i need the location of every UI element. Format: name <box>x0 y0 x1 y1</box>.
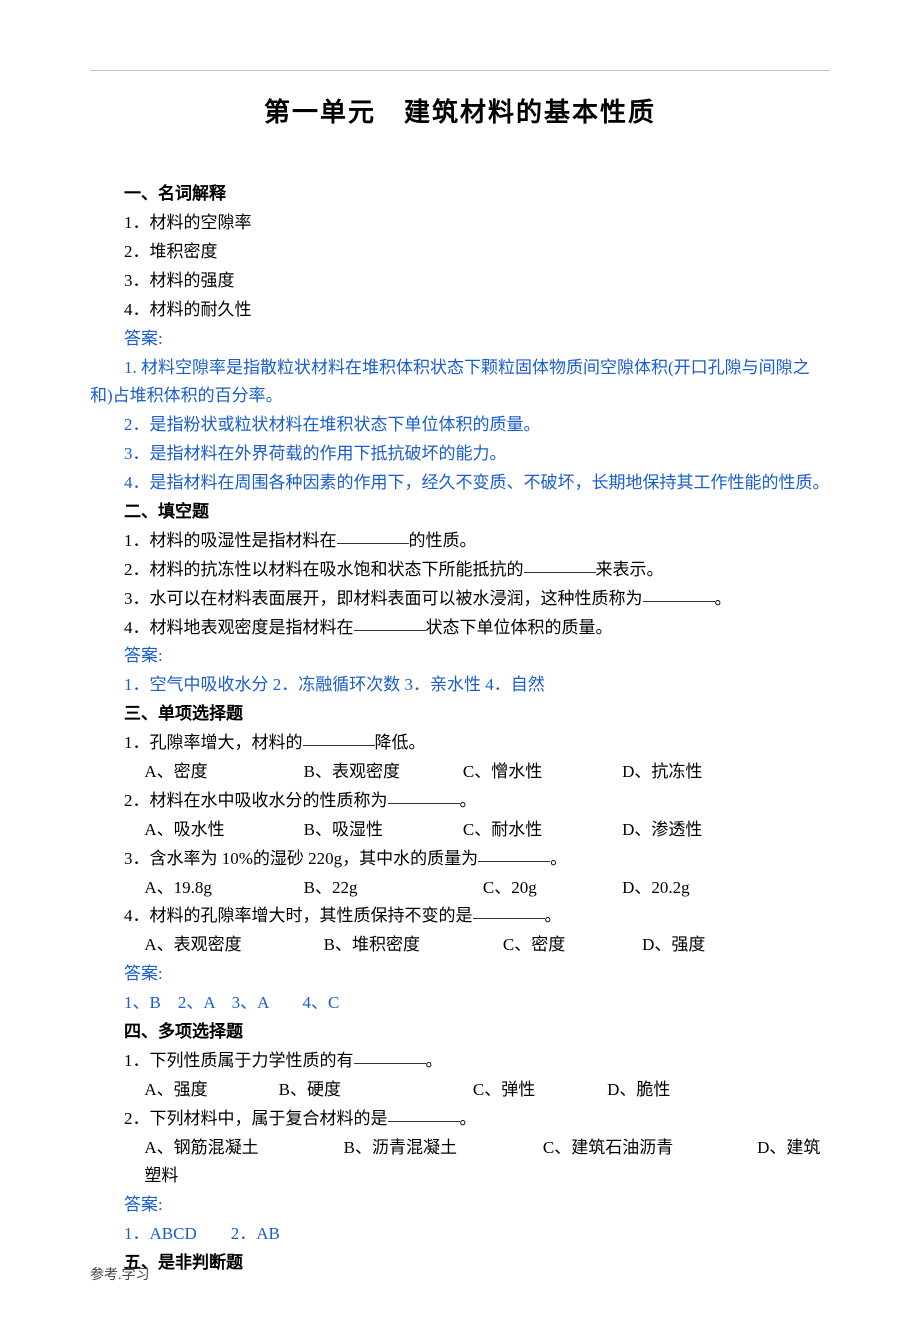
opt-a: A、强度 <box>144 1076 274 1105</box>
s1-answer-2: 2．是指粉状或粒状材料在堆积状态下单位体积的质量。 <box>90 411 830 440</box>
s1-item-4: 4．材料的耐久性 <box>90 296 830 325</box>
s1-answer-4: 4．是指材料在周围各种因素的作用下，经久不变质、不破坏，长期地保持其工作性能的性… <box>90 469 830 498</box>
s3-q1-text: 1．孔隙率增大，材料的 <box>124 733 303 752</box>
unit-title: 第一单元 建筑材料的基本性质 <box>90 91 830 135</box>
s3-q2: 2．材料在水中吸收水分的性质称为 。 <box>90 787 830 816</box>
blank <box>354 613 426 631</box>
blank <box>473 901 545 919</box>
section-3-heading: 三、单项选择题 <box>90 700 830 729</box>
opt-d: D、脆性 <box>607 1076 725 1105</box>
s4-q1: 1．下列性质属于力学性质的有 。 <box>90 1047 830 1076</box>
s2-answer-label: 答案: <box>90 642 830 671</box>
page: 第一单元 建筑材料的基本性质 一、名词解释 1．材料的空隙率 2．堆积密度 3．… <box>0 0 920 1328</box>
s1-answer-1: 1. 材料空隙率是指散粒状材料在堆积体积状态下颗粒固体物质间空隙体积(开口孔隙与… <box>90 354 830 412</box>
section-4-heading: 四、多项选择题 <box>90 1018 830 1047</box>
opt-c: C、弹性 <box>473 1076 603 1105</box>
s1-answer-3: 3．是指材料在外界荷载的作用下抵抗破坏的能力。 <box>90 440 830 469</box>
opt-b: B、硬度 <box>279 1076 469 1105</box>
s2-q4a: 4．材料地表观密度是指材料在 <box>124 618 354 637</box>
blank <box>478 844 550 862</box>
s3-q2-options: A、吸水性 B、吸湿性 C、耐水性 D、渗透性 <box>90 816 830 845</box>
section-2-heading: 二、填空题 <box>90 498 830 527</box>
opt-c: C、20g <box>483 874 618 903</box>
s2-q2: 2．材料的抗冻性以材料在吸水饱和状态下所能抵抗的 来表示。 <box>90 556 830 585</box>
footer-text: 参考.学习 <box>90 1264 150 1288</box>
blank <box>388 786 460 804</box>
s2-q2a: 2．材料的抗冻性以材料在吸水饱和状态下所能抵抗的 <box>124 560 524 579</box>
s3-q1: 1．孔隙率增大，材料的 降低。 <box>90 729 830 758</box>
opt-c: C、耐水性 <box>463 816 618 845</box>
s2-q3a: 3．水可以在材料表面展开，即材料表面可以被水浸润，这种性质称为 <box>124 589 643 608</box>
opt-d: D、20.2g <box>622 874 740 903</box>
s2-q3b: 。 <box>715 589 732 608</box>
s3-answer-label: 答案: <box>90 960 830 989</box>
opt-a: A、密度 <box>144 758 299 787</box>
top-rule <box>90 70 830 71</box>
s4-q2-options: A、钢筋混凝土 B、沥青混凝土 C、建筑石油沥青 D、建筑塑料 <box>90 1134 830 1192</box>
s3-q1-tail: 降低。 <box>375 733 426 752</box>
s2-q1b: 的性质。 <box>409 531 477 550</box>
s2-q3: 3．水可以在材料表面展开，即材料表面可以被水浸润，这种性质称为 。 <box>90 585 830 614</box>
opt-c: C、密度 <box>503 931 638 960</box>
blank <box>643 584 715 602</box>
blank <box>337 526 409 544</box>
opt-b: B、22g <box>304 874 479 903</box>
opt-c: C、憎水性 <box>463 758 618 787</box>
s1-item-3: 3．材料的强度 <box>90 267 830 296</box>
s4-q1-text: 1．下列性质属于力学性质的有 <box>124 1051 354 1070</box>
s4-q2-tail: 。 <box>460 1109 477 1128</box>
opt-a: A、19.8g <box>144 874 299 903</box>
s3-q4-tail: 。 <box>545 906 562 925</box>
opt-c: C、建筑石油沥青 <box>543 1134 753 1163</box>
opt-d: D、抗冻性 <box>622 758 740 787</box>
opt-b: B、表观密度 <box>304 758 459 787</box>
opt-b: B、沥青混凝土 <box>344 1134 539 1163</box>
opt-a: A、钢筋混凝土 <box>144 1134 339 1163</box>
s2-q4: 4．材料地表观密度是指材料在 状态下单位体积的质量。 <box>90 614 830 643</box>
opt-a: A、吸水性 <box>144 816 299 845</box>
s1-answer-label: 答案: <box>90 325 830 354</box>
s4-q2-text: 2．下列材料中，属于复合材料的是 <box>124 1109 388 1128</box>
s4-q1-options: A、强度 B、硬度 C、弹性 D、脆性 <box>90 1076 830 1105</box>
s1-item-1: 1．材料的空隙率 <box>90 209 830 238</box>
blank <box>524 555 596 573</box>
s2-q1a: 1．材料的吸湿性是指材料在 <box>124 531 337 550</box>
s4-answer-label: 答案: <box>90 1191 830 1220</box>
s3-q2-tail: 。 <box>460 791 477 810</box>
s2-q4b: 状态下单位体积的质量。 <box>426 618 613 637</box>
s3-q3-options: A、19.8g B、22g C、20g D、20.2g <box>90 874 830 903</box>
blank <box>354 1046 426 1064</box>
s3-q4: 4．材料的孔隙率增大时，其性质保持不变的是 。 <box>90 902 830 931</box>
section-5-heading: 五、是非判断题 <box>90 1249 830 1278</box>
s1-item-2: 2．堆积密度 <box>90 238 830 267</box>
section-1-heading: 一、名词解释 <box>90 180 830 209</box>
s3-q1-options: A、密度 B、表观密度 C、憎水性 D、抗冻性 <box>90 758 830 787</box>
opt-d: D、渗透性 <box>622 816 740 845</box>
blank <box>303 728 375 746</box>
s3-q4-options: A、表观密度 B、堆积密度 C、密度 D、强度 <box>90 931 830 960</box>
s4-q2: 2．下列材料中，属于复合材料的是 。 <box>90 1105 830 1134</box>
s3-q3: 3．含水率为 10%的湿砂 220g，其中水的质量为 。 <box>90 845 830 874</box>
opt-b: B、吸湿性 <box>304 816 459 845</box>
opt-d: D、强度 <box>642 931 760 960</box>
s4-q1-tail: 。 <box>426 1051 443 1070</box>
s3-answers: 1、B 2、A 3、A 4、C <box>90 989 830 1018</box>
s2-answers: 1．空气中吸收水分 2．冻融循环次数 3．亲水性 4．自然 <box>90 671 830 700</box>
opt-a: A、表观密度 <box>144 931 319 960</box>
s3-q2-text: 2．材料在水中吸收水分的性质称为 <box>124 791 388 810</box>
s2-q1: 1．材料的吸湿性是指材料在 的性质。 <box>90 527 830 556</box>
s2-q2b: 来表示。 <box>596 560 664 579</box>
opt-b: B、堆积密度 <box>324 931 499 960</box>
blank <box>388 1104 460 1122</box>
s3-q3-text: 3．含水率为 10%的湿砂 220g，其中水的质量为 <box>124 849 478 868</box>
s4-answers: 1．ABCD 2．AB <box>90 1220 830 1249</box>
s3-q4-text: 4．材料的孔隙率增大时，其性质保持不变的是 <box>124 906 473 925</box>
s3-q3-tail: 。 <box>550 849 567 868</box>
